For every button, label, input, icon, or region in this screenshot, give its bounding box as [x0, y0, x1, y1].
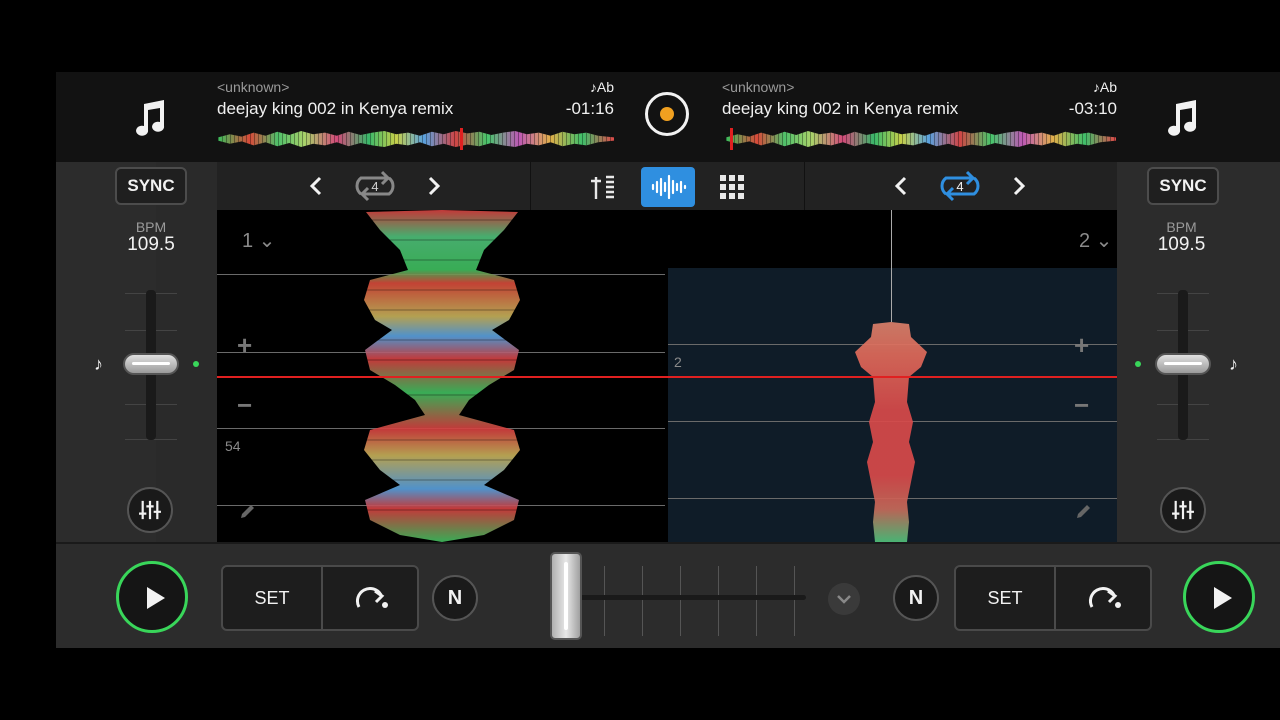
deck-b-sync-button[interactable]: SYNC	[1147, 167, 1219, 205]
deck-b-remaining-time: -03:10	[1068, 99, 1117, 118]
deck-b-number[interactable]: 2 ⌄	[1079, 228, 1112, 253]
deck-b-pitch-slider[interactable]	[1155, 353, 1211, 375]
deck-a-cue-group: SET	[221, 565, 419, 631]
xfader-tick	[756, 566, 757, 636]
xfader-tick	[718, 566, 719, 636]
deck-a-cue-jump-icon[interactable]	[323, 567, 417, 629]
chevron-left-icon[interactable]	[890, 174, 914, 198]
deck-b-bpm-label: BPM	[1166, 219, 1197, 235]
deck-b-pitch-indicator	[1135, 361, 1141, 367]
deck-a-zoom-out-button[interactable]: −	[237, 390, 252, 421]
playhead-line	[217, 376, 1117, 378]
pads-grid-icon[interactable]	[705, 167, 759, 207]
deck-b-side-panel: SYNC BPM 109.5 ♪	[1117, 162, 1280, 542]
deck-a-sync-button[interactable]: SYNC	[115, 167, 187, 205]
deck-a-number[interactable]: 1 ⌄	[242, 228, 275, 253]
deck-a-key: ♪Ab	[589, 79, 614, 95]
deck-a-pitch-slider[interactable]	[123, 353, 179, 375]
deck-a-loop-beats: 4	[371, 179, 379, 194]
deck-a-overview-playhead	[459, 128, 463, 150]
xfader-tick	[680, 566, 681, 636]
record-icon	[660, 107, 674, 121]
music-note-icon: ♪	[94, 354, 103, 374]
deck-a-overview-waveform[interactable]	[218, 128, 614, 150]
deck-a-bpm-value: 109.5	[127, 234, 175, 255]
deck-a-bpm-label: BPM	[135, 219, 167, 235]
chevron-down-icon[interactable]	[828, 583, 860, 615]
bottom-transport-bar: SET N N SET	[56, 542, 1280, 648]
deck-b-cue-jump-icon[interactable]	[1056, 567, 1150, 629]
deck-a-overview-wave	[218, 131, 614, 147]
deck-a-zoom-in-button[interactable]: +	[237, 330, 252, 361]
deck-a-eq-button[interactable]	[127, 487, 173, 533]
deck-b-overview-playhead	[729, 128, 733, 150]
deck-b-scrolling-waveform	[855, 322, 927, 542]
waveform-view-icon[interactable]	[641, 167, 695, 207]
deck-b-track-title: deejay king 002 in Kenya remix	[722, 99, 959, 118]
top-bar: <unknown> deejay king 002 in Kenya remix…	[56, 72, 1280, 162]
pencil-icon[interactable]	[1075, 502, 1093, 520]
deck-b-cue-group: SET	[954, 565, 1152, 631]
pencil-icon[interactable]	[239, 502, 257, 520]
deck-b-beat-number: 2	[674, 354, 682, 370]
deck-a-remaining-time: -01:16	[565, 99, 614, 118]
music-note-icon: ♪	[1229, 354, 1238, 374]
xfader-tick	[794, 566, 795, 636]
record-button[interactable]	[645, 92, 689, 136]
music-note-icon[interactable]	[1164, 98, 1200, 138]
music-note-icon[interactable]	[132, 98, 168, 138]
deck-b-loop-beats: 4	[956, 179, 964, 194]
chevron-right-icon[interactable]	[1006, 174, 1030, 198]
deck-a-n-button[interactable]: N	[432, 575, 478, 621]
waveform-area[interactable]: 1 ⌄ 2 ⌄ + − + − 54 2	[217, 210, 1117, 542]
deck-a-play-button[interactable]	[116, 561, 188, 633]
deck-a-artist: <unknown>	[217, 79, 290, 95]
deck-b-play-button[interactable]	[1183, 561, 1255, 633]
dj-app: <unknown> deejay king 002 in Kenya remix…	[56, 72, 1280, 648]
deck-a-pitch-indicator	[193, 361, 199, 367]
xfader-tick	[604, 566, 605, 636]
deck-b-overview-waveform[interactable]	[726, 128, 1116, 150]
control-strip: 4 4	[217, 162, 1117, 210]
deck-b-track-start-marker	[891, 210, 892, 322]
deck-a-track-title: deejay king 002 in Kenya remix	[217, 99, 454, 118]
deck-b-key: ♪Ab	[1092, 79, 1117, 95]
deck-a-set-cue-button[interactable]: SET	[223, 567, 323, 629]
deck-b-bpm-value: 109.5	[1157, 234, 1206, 255]
mixer-view-icon[interactable]	[578, 167, 632, 207]
chevron-left-icon[interactable]	[305, 174, 329, 198]
deck-a-side-panel: SYNC BPM 109.5 ♪	[56, 162, 199, 542]
chevron-right-icon[interactable]	[421, 174, 445, 198]
divider	[804, 162, 805, 210]
deck-b-overview-wave	[726, 131, 1116, 147]
crossfader[interactable]	[550, 552, 810, 642]
deck-b-set-cue-button[interactable]: SET	[956, 567, 1056, 629]
crossfader-track[interactable]	[550, 595, 806, 600]
deck-b-artist: <unknown>	[722, 79, 795, 95]
deck-b-zoom-in-button[interactable]: +	[1074, 330, 1089, 361]
deck-a-beat-number: 54	[225, 438, 241, 454]
divider	[530, 162, 531, 210]
deck-b-zoom-out-button[interactable]: −	[1074, 390, 1089, 421]
deck-b-eq-button[interactable]	[1160, 487, 1206, 533]
xfader-tick	[642, 566, 643, 636]
crossfader-knob[interactable]	[550, 552, 582, 640]
deck-b-n-button[interactable]: N	[893, 575, 939, 621]
